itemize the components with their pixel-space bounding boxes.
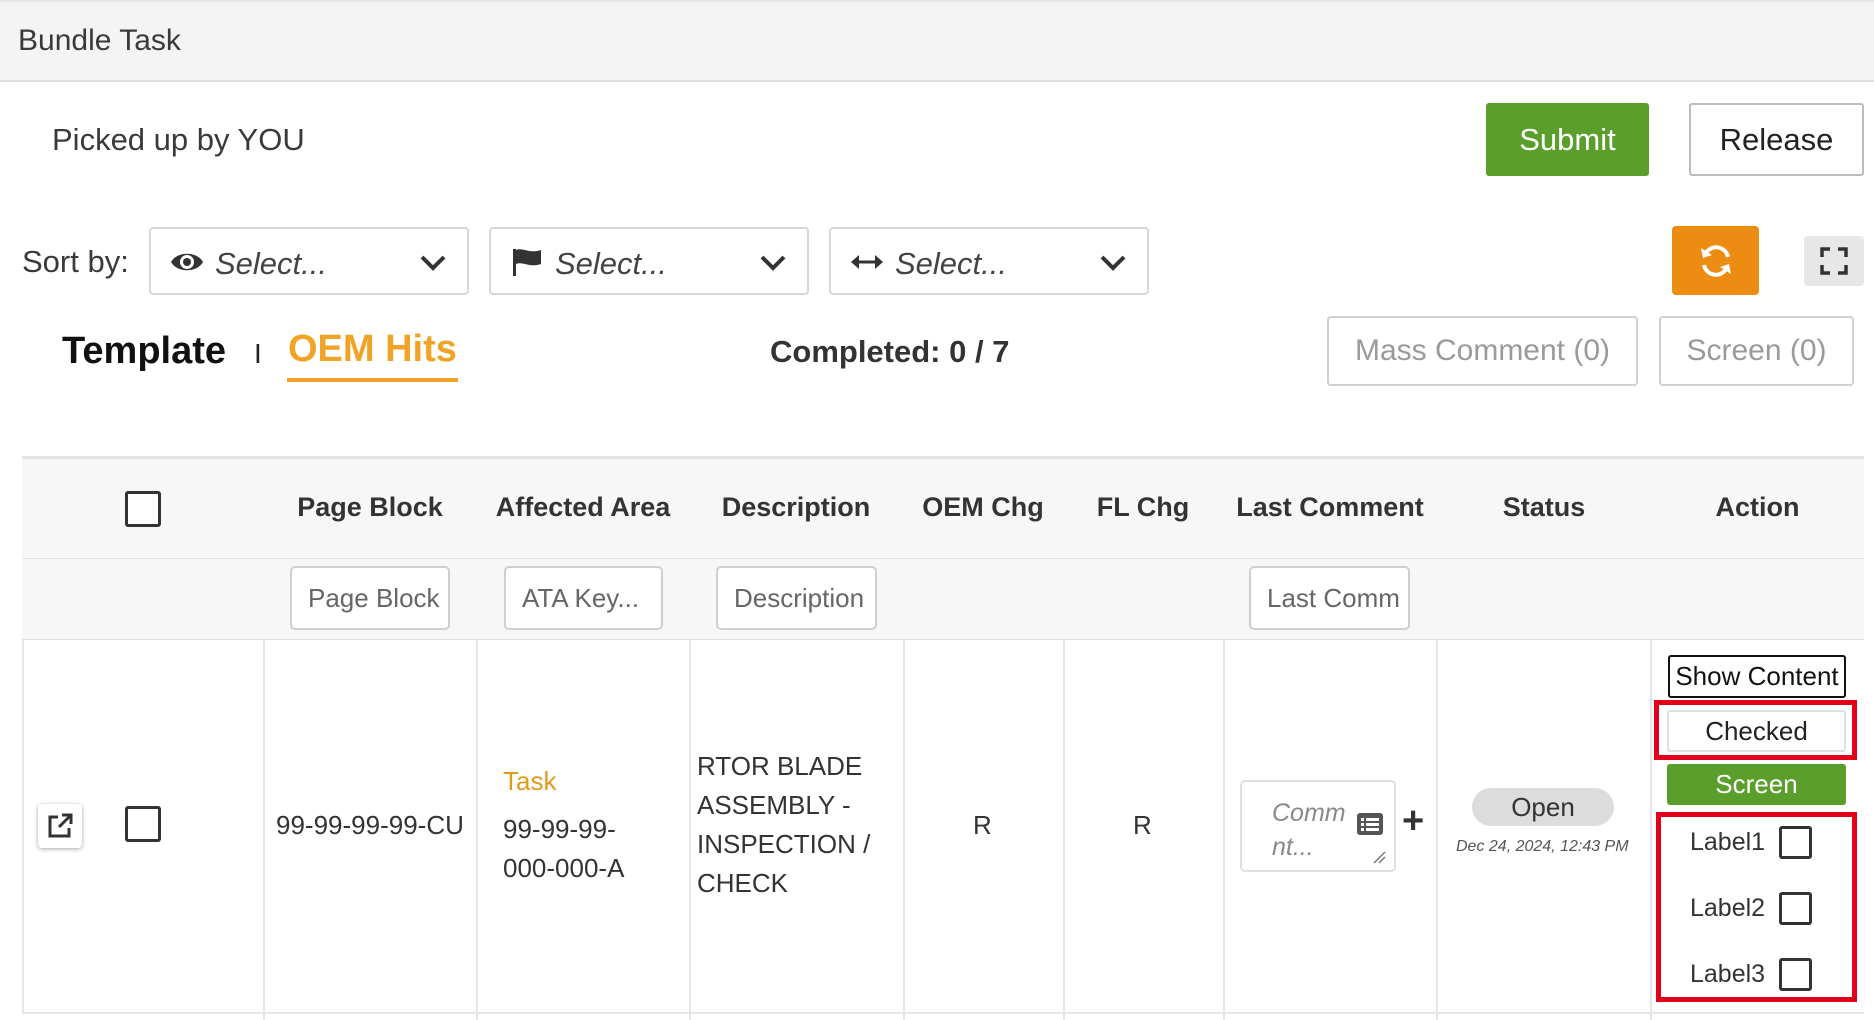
sort-label: Sort by: <box>22 244 129 279</box>
checked-button[interactable]: Checked <box>1667 710 1846 752</box>
list-icon <box>1357 813 1383 835</box>
mass-screen-button[interactable]: Screen (0) <box>1659 316 1854 386</box>
label-option[interactable]: Label1 <box>1690 822 1813 862</box>
column-divider <box>903 640 905 1020</box>
column-header-oem-chg[interactable]: OEM Chg <box>903 492 1063 523</box>
sort-select-placeholder: Select... <box>895 246 1007 281</box>
description-line: RTOR BLADE <box>697 751 863 781</box>
tab-separator: I <box>254 338 262 369</box>
column-divider <box>1650 640 1652 1020</box>
submit-button[interactable]: Submit <box>1486 103 1649 176</box>
column-header-last-comment[interactable]: Last Comment <box>1223 492 1437 523</box>
expand-icon <box>1820 247 1848 275</box>
tab-oem-hits[interactable]: OEM Hits <box>288 328 457 371</box>
page-block-filter[interactable]: Page Block <box>290 566 450 630</box>
page-block-value: 99-99-99-99-CU <box>276 810 464 840</box>
horizontal-arrows-icon <box>851 255 883 269</box>
column-header-status[interactable]: Status <box>1437 492 1651 523</box>
resize-handle-icon[interactable] <box>1372 850 1386 864</box>
column-divider <box>1063 640 1065 1020</box>
completed-counter: Completed: 0 / 7 <box>770 334 1010 369</box>
column-divider <box>1436 640 1438 1020</box>
flag-icon <box>513 249 541 276</box>
fl-chg-value: R <box>1133 810 1152 840</box>
label-checkbox[interactable] <box>1779 957 1813 991</box>
column-header-description[interactable]: Description <box>689 492 903 523</box>
comment-placeholder: Comm nt... <box>1272 799 1346 861</box>
active-tab-indicator <box>287 378 458 382</box>
comment-input[interactable]: Comm nt... <box>1240 780 1396 872</box>
release-button[interactable]: Release <box>1689 103 1864 176</box>
description-filter[interactable]: Description <box>716 566 877 630</box>
header-bar <box>0 0 1874 82</box>
status-timestamp: Dec 24, 2024, 12:43 PM <box>1456 838 1629 855</box>
sort-select-placeholder: Select... <box>555 246 667 281</box>
column-header-action: Action <box>1715 492 1800 522</box>
affected-area-value-line: 99-99-99- <box>503 814 616 844</box>
fullscreen-button[interactable] <box>1804 236 1864 286</box>
label-text: Label1 <box>1690 827 1766 856</box>
row-divider <box>22 1012 1864 1014</box>
label-option[interactable]: Label2 <box>1690 888 1813 928</box>
last-comment-filter[interactable]: Last Comm <box>1249 566 1410 630</box>
description-line: CHECK <box>697 868 789 898</box>
sort-select-direction[interactable]: Select... <box>829 227 1149 295</box>
column-header-fl-chg[interactable]: FL Chg <box>1063 492 1223 523</box>
mass-comment-button[interactable]: Mass Comment (0) <box>1327 316 1638 386</box>
external-link-icon <box>48 813 73 838</box>
description-line: ASSEMBLY - <box>697 790 851 820</box>
sort-select-flag[interactable]: Select... <box>489 227 809 295</box>
label-text: Label3 <box>1690 959 1766 988</box>
page-title: Bundle Task <box>18 24 181 57</box>
ata-key-filter[interactable]: ATA Key... <box>504 566 663 630</box>
label-text: Label2 <box>1690 893 1766 922</box>
column-divider <box>689 640 691 1020</box>
chevron-down-icon <box>1100 255 1126 271</box>
sort-select-placeholder: Select... <box>215 246 327 281</box>
column-header-affected-area[interactable]: Affected Area <box>477 492 689 523</box>
label-checkbox[interactable] <box>1779 825 1813 859</box>
screen-button[interactable]: Screen <box>1667 764 1846 805</box>
select-all-checkbox[interactable] <box>125 491 161 527</box>
description-line: INSPECTION / <box>697 829 871 859</box>
refresh-button[interactable] <box>1672 226 1759 295</box>
refresh-icon <box>1700 244 1731 277</box>
tab-template[interactable]: Template <box>62 330 226 373</box>
column-divider <box>476 640 478 1020</box>
column-divider <box>263 640 265 1020</box>
eye-icon <box>171 253 203 271</box>
sort-select-view[interactable]: Select... <box>149 227 469 295</box>
chevron-down-icon <box>760 255 786 271</box>
show-content-button[interactable]: Show Content <box>1668 655 1846 698</box>
chevron-down-icon <box>420 255 446 271</box>
affected-area-value-line: 000-000-A <box>503 853 625 883</box>
column-divider <box>1223 640 1225 1020</box>
pickup-status: Picked up by YOU <box>52 122 305 157</box>
add-comment-button[interactable]: + <box>1402 800 1424 843</box>
affected-area-type: Task <box>503 766 557 796</box>
status-badge: Open <box>1472 788 1614 826</box>
label-checkbox[interactable] <box>1779 891 1813 925</box>
oem-chg-value: R <box>973 810 992 840</box>
column-header-page-block[interactable]: Page Block <box>263 492 477 523</box>
label-option[interactable]: Label3 <box>1690 954 1813 994</box>
open-external-button[interactable] <box>38 804 82 848</box>
row-checkbox[interactable] <box>125 806 161 842</box>
